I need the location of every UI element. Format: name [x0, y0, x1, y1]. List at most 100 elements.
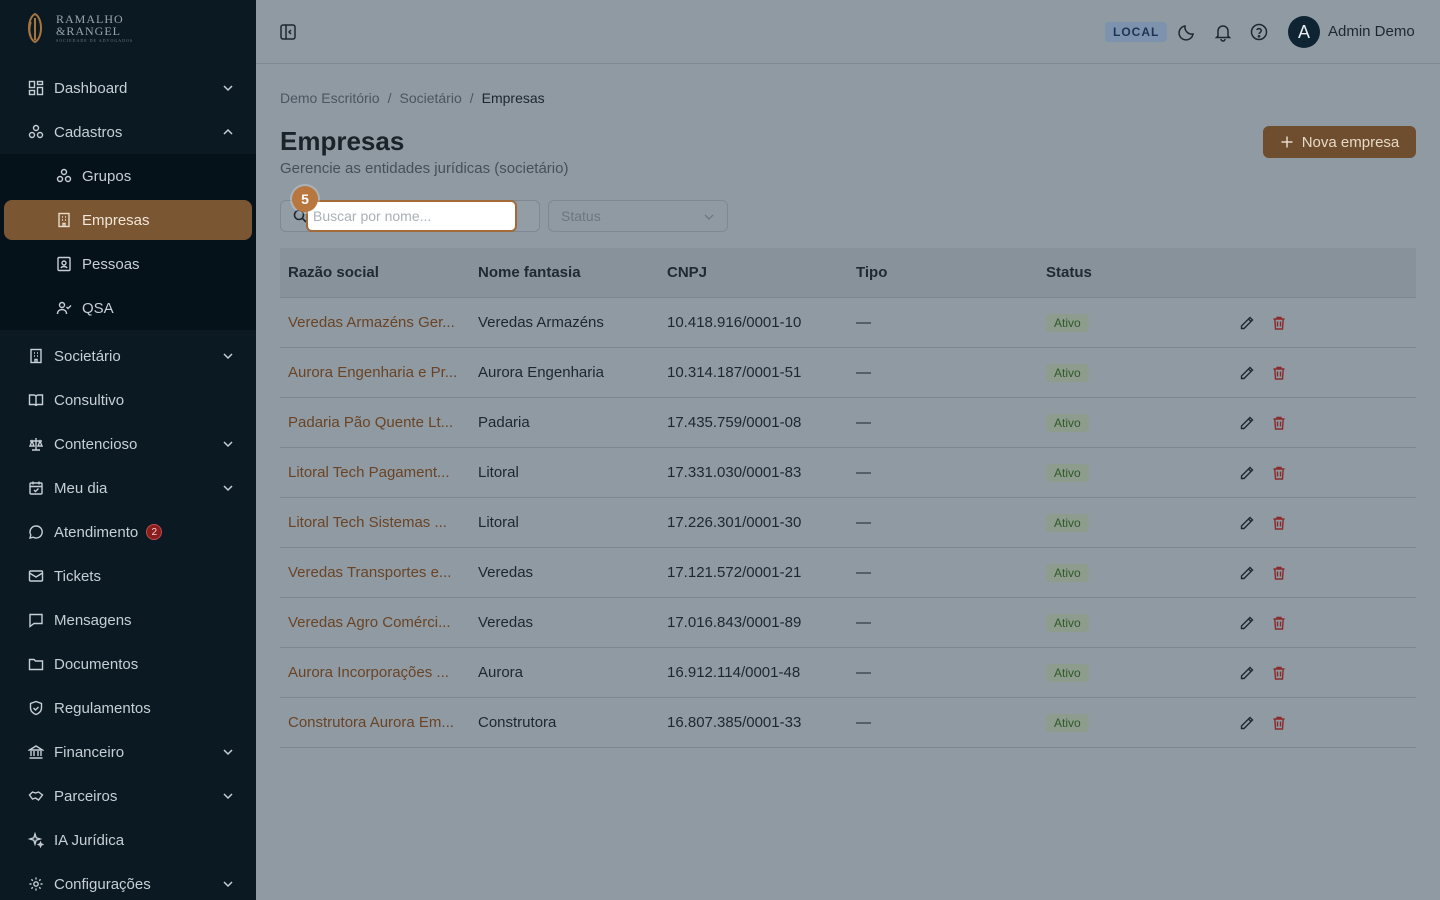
status-badge: Ativo: [1046, 713, 1089, 732]
status-select[interactable]: Status: [548, 200, 728, 232]
sidebar-item-grupos[interactable]: Grupos: [4, 154, 252, 198]
edit-icon[interactable]: [1239, 515, 1255, 531]
new-company-button[interactable]: Nova empresa: [1263, 126, 1416, 158]
trash-icon[interactable]: [1271, 565, 1287, 581]
company-cnpj: 16.912.114/0001-48: [667, 664, 801, 681]
status-select-placeholder: Status: [561, 208, 601, 224]
company-razao-link[interactable]: Construtora Aurora Em...: [288, 714, 468, 731]
sidebar-item-label: Documentos: [54, 655, 139, 673]
edit-icon[interactable]: [1239, 415, 1255, 431]
column-header-cnpj[interactable]: CNPJ: [667, 264, 847, 281]
table-row[interactable]: Aurora Engenharia e Pr... Aurora Engenha…: [280, 348, 1416, 398]
sidebar-item-empresas[interactable]: Empresas: [4, 200, 252, 240]
table-row[interactable]: Veredas Armazéns Ger... Veredas Armazéns…: [280, 298, 1416, 348]
edit-icon[interactable]: [1239, 315, 1255, 331]
company-razao-link[interactable]: Padaria Pão Quente Lt...: [288, 414, 468, 431]
edit-icon[interactable]: [1239, 665, 1255, 681]
sidebar-item-cadastros[interactable]: Cadastros: [0, 110, 256, 154]
trash-icon[interactable]: [1271, 365, 1287, 381]
sidebar-item-configuracoes[interactable]: Configurações: [0, 862, 256, 900]
chevron-down-icon: [223, 881, 233, 888]
edit-icon[interactable]: [1239, 465, 1255, 481]
company-cnpj: 17.226.301/0001-30: [667, 514, 802, 531]
company-razao-link[interactable]: Veredas Agro Comérci...: [288, 614, 468, 631]
table-row[interactable]: Litoral Tech Sistemas ... Litoral 17.226…: [280, 498, 1416, 548]
table-row[interactable]: Litoral Tech Pagament... Litoral 17.331.…: [280, 448, 1416, 498]
company-tipo: —: [856, 564, 871, 581]
trash-icon[interactable]: [1271, 715, 1287, 731]
table-row[interactable]: Veredas Agro Comérci... Veredas 17.016.8…: [280, 598, 1416, 648]
trash-icon[interactable]: [1271, 315, 1287, 331]
column-header-tipo[interactable]: Tipo: [856, 264, 1036, 281]
column-header-status[interactable]: Status: [1046, 264, 1166, 281]
moon-icon[interactable]: [1177, 22, 1197, 42]
sidebar-item-label: QSA: [82, 299, 114, 317]
edit-icon[interactable]: [1239, 365, 1255, 381]
sidebar-item-contencioso[interactable]: Contencioso: [0, 422, 256, 466]
sidebar: RAMALHO &RANGEL SOCIEDADE DE ADVOGADOS D…: [0, 0, 256, 900]
sidebar-item-financeiro[interactable]: Financeiro: [0, 730, 256, 774]
trash-icon[interactable]: [1271, 615, 1287, 631]
table-row[interactable]: Aurora Incorporações ... Aurora 16.912.1…: [280, 648, 1416, 698]
sidebar-item-documentos[interactable]: Documentos: [0, 642, 256, 686]
bell-icon[interactable]: [1213, 22, 1233, 42]
company-razao-link[interactable]: Litoral Tech Sistemas ...: [288, 514, 468, 531]
edit-icon[interactable]: [1239, 615, 1255, 631]
company-tipo: —: [856, 514, 871, 531]
folder-icon: [28, 656, 44, 672]
company-cnpj: 10.418.916/0001-10: [667, 314, 802, 331]
user-name[interactable]: Admin Demo: [1328, 23, 1415, 40]
sidebar-item-mensagens[interactable]: Mensagens: [0, 598, 256, 642]
dashboard-icon: [28, 80, 44, 96]
company-tipo: —: [856, 364, 871, 381]
company-razao-link[interactable]: Aurora Engenharia e Pr...: [288, 364, 468, 381]
company-razao-link[interactable]: Veredas Transportes e...: [288, 564, 468, 581]
breadcrumb-item[interactable]: Demo Escritório: [280, 90, 380, 106]
sidebar-item-regulamentos[interactable]: Regulamentos: [0, 686, 256, 730]
shield-icon: [28, 700, 44, 716]
sidebar-toggle-icon[interactable]: [278, 22, 298, 42]
scale-icon: [28, 436, 44, 452]
company-razao-link[interactable]: Aurora Incorporações ...: [288, 664, 468, 681]
ticket-icon: [28, 568, 44, 584]
sidebar-item-label: Consultivo: [54, 391, 125, 409]
column-header-fantasia[interactable]: Nome fantasia: [478, 264, 658, 281]
company-razao-link[interactable]: Litoral Tech Pagament...: [288, 464, 468, 481]
sidebar-item-tickets[interactable]: Tickets: [0, 554, 256, 598]
help-icon[interactable]: [1249, 22, 1269, 42]
sidebar-item-parceiros[interactable]: Parceiros: [0, 774, 256, 818]
edit-icon[interactable]: [1239, 715, 1255, 731]
sidebar-item-qsa[interactable]: QSA: [4, 286, 252, 330]
company-cnpj: 17.121.572/0001-21: [667, 564, 802, 581]
edit-icon[interactable]: [1239, 565, 1255, 581]
chevron-down-icon: [223, 793, 233, 800]
company-icon: [56, 212, 72, 228]
sidebar-item-societario[interactable]: Societário: [0, 334, 256, 378]
status-badge: Ativo: [1046, 663, 1089, 682]
group-icon: [56, 168, 72, 184]
trash-icon[interactable]: [1271, 665, 1287, 681]
column-header-razao[interactable]: Razão social: [288, 264, 468, 281]
sidebar-item-atendimento[interactable]: Atendimento 2: [0, 510, 256, 554]
trash-icon[interactable]: [1271, 515, 1287, 531]
brand-logo[interactable]: RAMALHO &RANGEL SOCIEDADE DE ADVOGADOS: [22, 12, 133, 44]
status-badge: Ativo: [1046, 313, 1089, 332]
table-row[interactable]: Veredas Transportes e... Veredas 17.121.…: [280, 548, 1416, 598]
sidebar-item-label: Cadastros: [54, 123, 123, 141]
breadcrumb-item[interactable]: Societário: [399, 90, 461, 106]
company-tipo: —: [856, 314, 871, 331]
sidebar-item-pessoas[interactable]: Pessoas: [4, 242, 252, 286]
sidebar-item-ia-juridica[interactable]: IA Jurídica: [0, 818, 256, 862]
table-row[interactable]: Construtora Aurora Em... Construtora 16.…: [280, 698, 1416, 748]
table-row[interactable]: Padaria Pão Quente Lt... Padaria 17.435.…: [280, 398, 1416, 448]
trash-icon[interactable]: [1271, 465, 1287, 481]
gear-icon: [28, 876, 44, 892]
sidebar-item-dashboard[interactable]: Dashboard: [0, 66, 256, 110]
chevron-down-icon: [223, 441, 233, 448]
trash-icon[interactable]: [1271, 415, 1287, 431]
company-razao-link[interactable]: Veredas Armazéns Ger...: [288, 314, 468, 331]
sidebar-item-meu-dia[interactable]: Meu dia: [0, 466, 256, 510]
sidebar-item-consultivo[interactable]: Consultivo: [0, 378, 256, 422]
search-input[interactable]: [306, 200, 517, 232]
avatar[interactable]: A: [1288, 16, 1320, 48]
